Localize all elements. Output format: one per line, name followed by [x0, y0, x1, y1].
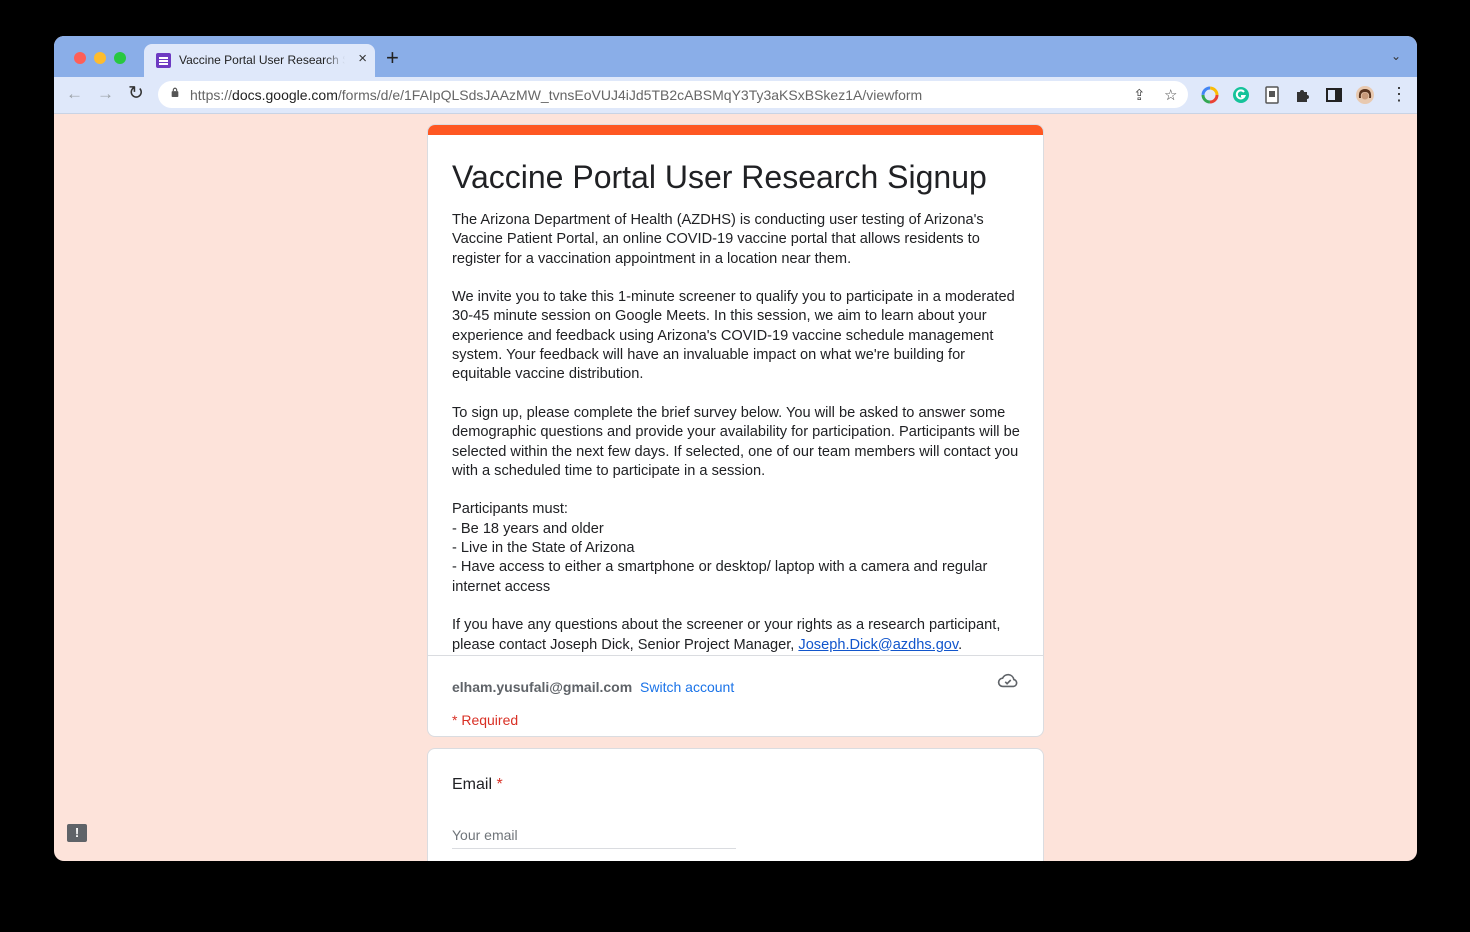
account-row: elham.yusufali@gmail.com Switch account: [452, 679, 734, 695]
switch-account-link[interactable]: Switch account: [640, 679, 734, 695]
account-email: elham.yusufali@gmail.com: [452, 679, 633, 695]
cloud-saved-icon: [997, 673, 1018, 688]
description-paragraph: The Arizona Department of Health (AZDHS)…: [452, 212, 984, 267]
form-title: Vaccine Portal User Research Signup: [452, 159, 987, 195]
page-extension-icon[interactable]: [1263, 86, 1281, 104]
url-host: docs.google.com: [232, 87, 338, 103]
address-bar[interactable]: https://docs.google.com/forms/d/e/1FAIpQ…: [158, 81, 1188, 108]
url-prefix: https://: [190, 87, 233, 103]
close-window-button[interactable]: [74, 52, 86, 64]
back-button[interactable]: ←: [66, 84, 83, 104]
requirements-title: Participants must:: [452, 501, 568, 518]
accent-bar: [428, 125, 1043, 135]
minimize-window-button[interactable]: [94, 52, 106, 64]
url-text: https://docs.google.com/forms/d/e/1FAIpQ…: [190, 87, 922, 103]
zoom-window-button[interactable]: [114, 52, 126, 64]
reload-button[interactable]: ↻: [128, 84, 144, 104]
contact-paragraph: If you have any questions about the scre…: [452, 616, 1024, 655]
question-card-email: Email * Your email: [427, 748, 1044, 861]
forward-button[interactable]: →: [97, 84, 114, 104]
tab-bar: Vaccine Portal User Research Signup × + …: [54, 36, 1417, 77]
new-tab-button[interactable]: +: [386, 47, 399, 69]
color-extension-icon[interactable]: [1201, 86, 1219, 104]
grammarly-icon[interactable]: [1232, 86, 1250, 104]
side-panel-icon[interactable]: [1325, 86, 1343, 104]
page-content: Vaccine Portal User Research Signup The …: [54, 114, 1417, 861]
question-label: Email: [452, 776, 493, 793]
tab-title: Vaccine Portal User Research Signup: [179, 53, 345, 67]
requirements-list: Participants must: - Be 18 years and old…: [452, 500, 1024, 596]
email-input[interactable]: Your email: [452, 827, 736, 849]
contact-end: .: [958, 636, 963, 653]
question-title: Email *: [452, 776, 503, 794]
form-header-card: Vaccine Portal User Research Signup The …: [427, 124, 1044, 737]
tab-active[interactable]: Vaccine Portal User Research Signup ×: [144, 44, 375, 77]
share-icon[interactable]: ⇪: [1133, 86, 1146, 104]
report-feedback-icon[interactable]: !: [67, 824, 87, 842]
description-paragraph: We invite you to take this 1-minute scre…: [452, 289, 1015, 383]
browser-window: Vaccine Portal User Research Signup × + …: [54, 36, 1417, 861]
requirement-item: - Have access to either a smartphone or …: [452, 559, 988, 595]
requirement-item: - Live in the State of Arizona: [452, 540, 635, 557]
required-note: * Required: [452, 712, 519, 728]
requirement-item: - Be 18 years and older: [452, 520, 604, 537]
bookmark-star-icon[interactable]: ☆: [1164, 86, 1177, 104]
browser-toolbar: ← → ↻ https://docs.google.com/forms/d/e/…: [54, 77, 1417, 114]
url-path: /forms/d/e/1FAIpQLSdsJAAzMW_tvnsEoVUJ4iJ…: [337, 87, 923, 103]
required-asterisk: *: [496, 776, 503, 793]
divider: [428, 655, 1043, 656]
tab-close-icon[interactable]: ×: [358, 51, 367, 67]
contact-email-link[interactable]: Joseph.Dick@azdhs.gov: [798, 637, 958, 653]
browser-menu-icon[interactable]: ⋮: [1390, 84, 1408, 104]
extensions-puzzle-icon[interactable]: [1294, 86, 1312, 104]
tab-search-icon[interactable]: ⌄: [1391, 49, 1401, 63]
lock-icon: [171, 87, 179, 97]
description-paragraph: To sign up, please complete the brief su…: [452, 404, 1020, 479]
google-forms-icon: [156, 53, 171, 68]
profile-avatar[interactable]: [1356, 86, 1374, 104]
form-description: The Arizona Department of Health (AZDHS)…: [452, 211, 1024, 674]
